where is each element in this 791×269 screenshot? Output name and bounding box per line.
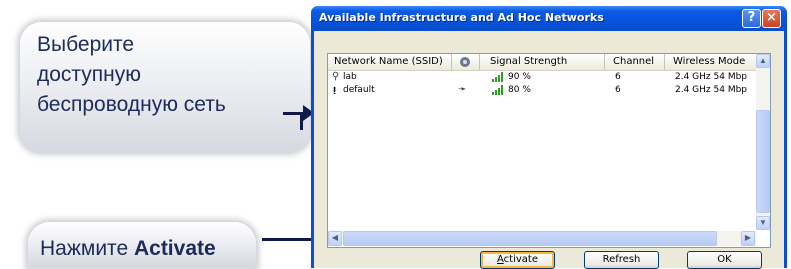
network-row[interactable]: ᴉ default ➛ 80 % 6 2.4 GHz 54 Mbp <box>328 84 756 96</box>
scroll-down-button[interactable]: ▼ <box>756 216 770 230</box>
scroll-left-button[interactable]: ◀ <box>328 231 342 246</box>
signal-bars-icon <box>492 72 504 82</box>
network-row[interactable]: ⚲ lab 90 % 6 2.4 GHz 54 Mbp <box>328 71 756 83</box>
wireless-mode: 2.4 GHz 54 Mbp <box>675 85 748 95</box>
key-icon: ➛ <box>458 84 467 95</box>
networks-dialog: Available Infrastructure and Ad Hoc Netw… <box>311 6 787 269</box>
callout-line-2: доступную <box>37 63 142 86</box>
dialog-body: Network Name (SSID) Signal Strength Chan… <box>314 31 784 269</box>
col-wireless-mode[interactable]: Wireless Mode <box>665 54 756 70</box>
signal-strength: 90 % <box>508 72 531 82</box>
adhoc-station-icon: ᴉ <box>333 85 337 95</box>
scroll-up-button[interactable]: ▲ <box>756 54 770 68</box>
network-list[interactable]: Network Name (SSID) Signal Strength Chan… <box>327 53 771 248</box>
callout-activate-bold: Activate <box>133 237 216 260</box>
activate-button[interactable]: Activate <box>480 251 555 269</box>
network-name: lab <box>343 72 357 82</box>
wireless-mode: 2.4 GHz 54 Mbp <box>675 72 748 82</box>
access-point-icon: ⚲ <box>332 71 340 82</box>
horizontal-scrollbar[interactable]: ◀ ▶ <box>328 231 756 246</box>
refresh-button[interactable]: Refresh <box>584 251 659 269</box>
col-signal-strength[interactable]: Signal Strength <box>480 54 605 70</box>
callout-activate-prefix: Нажмите <box>40 237 134 260</box>
col-security[interactable] <box>452 54 480 70</box>
vertical-scrollbar[interactable]: ▲ ▼ <box>756 54 770 230</box>
vertical-scroll-thumb[interactable] <box>756 110 770 213</box>
close-button[interactable]: × <box>762 9 781 28</box>
activate-callout: Нажмите Activate <box>28 222 256 267</box>
callout-line-1: Выберите <box>37 33 135 56</box>
scroll-right-button[interactable]: ▶ <box>741 231 755 246</box>
network-name: default <box>343 85 375 95</box>
horizontal-scroll-thumb[interactable] <box>343 231 717 246</box>
security-column-icon <box>460 57 470 67</box>
list-header: Network Name (SSID) Signal Strength Chan… <box>328 54 756 71</box>
signal-bars-icon <box>492 85 504 95</box>
channel: 6 <box>615 72 621 82</box>
select-network-callout: Выберите доступную беспроводную сеть <box>20 22 310 152</box>
window-title: Available Infrastructure and Ad Hoc Netw… <box>319 11 604 24</box>
col-channel[interactable]: Channel <box>605 54 665 70</box>
col-network-name[interactable]: Network Name (SSID) <box>328 54 452 70</box>
ok-button[interactable]: OK <box>687 251 762 269</box>
signal-strength: 80 % <box>508 85 531 95</box>
callout-line-3: беспроводную сеть <box>37 93 226 116</box>
help-button[interactable]: ? <box>742 9 761 28</box>
title-bar[interactable]: Available Infrastructure and Ad Hoc Netw… <box>311 6 787 31</box>
channel: 6 <box>615 85 621 95</box>
